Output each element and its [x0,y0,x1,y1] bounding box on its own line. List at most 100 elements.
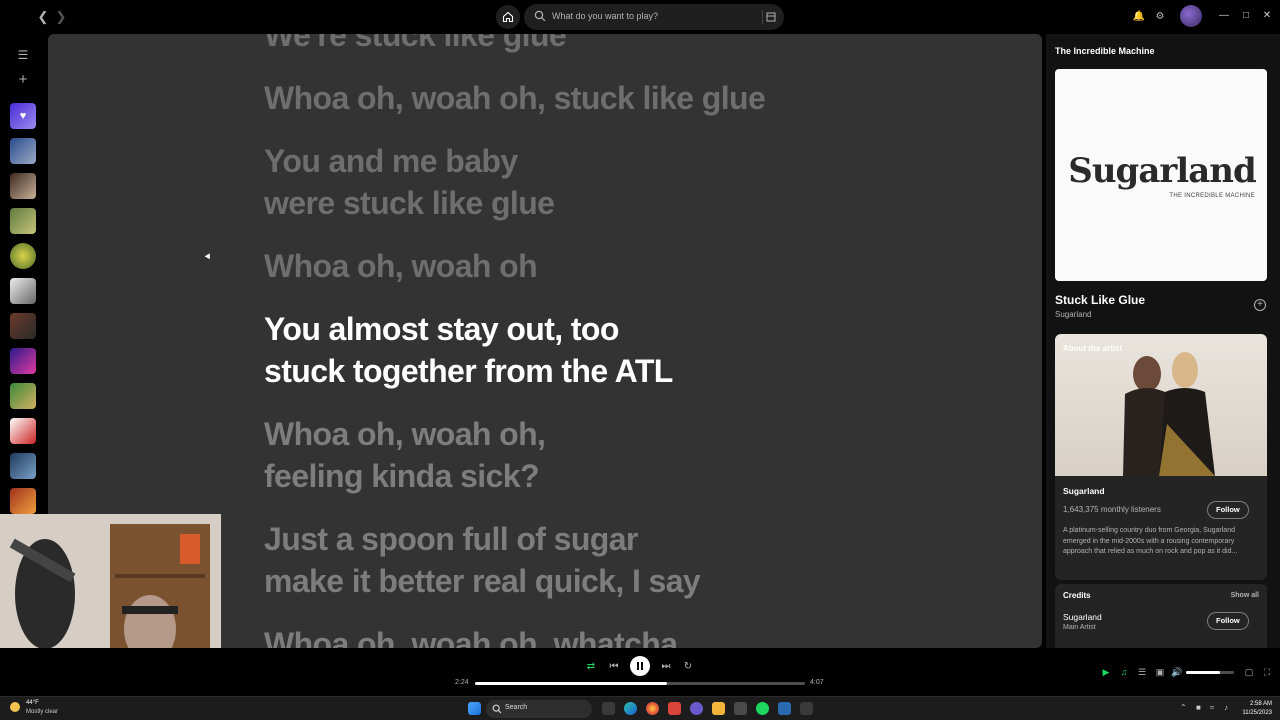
weather-widget[interactable]: 44°F Mostly clear [8,700,58,719]
home-button[interactable] [496,5,520,29]
lyric-line[interactable]: You and me baby were stuck like glue [264,140,1004,224]
spotify-icon[interactable] [756,702,769,715]
show-all-credits-link[interactable]: Show all [1231,592,1259,599]
taskbar-search[interactable]: Search [486,700,592,718]
playlist-thumb[interactable] [10,138,36,164]
lyrics-icon[interactable]: ♫ [1118,666,1130,678]
lyric-line-active[interactable]: You almost stay out, too stuck together … [264,308,1004,392]
clock-date: 11/25/2023 [1242,710,1272,716]
artist-photo-image [1123,352,1215,476]
wifi-icon[interactable]: ≈ [1210,703,1214,712]
calendar-icon[interactable] [734,702,747,715]
repeat-icon[interactable]: ↻ [681,660,695,674]
volume-icon[interactable]: 🔊 [1171,666,1183,678]
friends-icon[interactable]: ⚙ [1153,10,1167,24]
edge-icon[interactable] [624,702,637,715]
spotify-app: ❮ ❯ What do you want to play? 🔔 ⚙ — □ ✕ … [0,0,1280,720]
monthly-listeners: 1,643,375 monthly listeners [1063,505,1161,514]
about-artist-card[interactable]: About the artist Sugarland 1,643,375 mon… [1055,334,1267,580]
next-icon[interactable]: ⏭ [659,660,673,674]
elapsed-time: 2:24 [455,679,469,686]
system-clock[interactable]: 2:58 AM 11/25/2023 [1242,700,1272,718]
panel-title[interactable]: The Incredible Machine [1055,46,1155,56]
track-title[interactable]: Stuck Like Glue [1055,293,1145,307]
app-icon[interactable] [800,702,813,715]
chrome-icon[interactable] [646,702,659,715]
plus-icon: + [1257,299,1263,310]
artist-photo [1055,334,1267,476]
playlist-thumb[interactable] [10,208,36,234]
file-explorer-icon[interactable] [712,702,725,715]
credit-artist-name[interactable]: Sugarland [1063,612,1102,622]
plus-icon[interactable]: + [16,72,30,87]
lyric-line[interactable]: Whoa oh, woah oh, stuck like glue [264,77,1004,119]
progress-bar[interactable] [475,682,805,685]
fullscreen-icon[interactable]: ⛶ [1261,666,1273,678]
track-artist[interactable]: Sugarland [1055,310,1091,319]
close-icon[interactable]: ✕ [1259,10,1275,21]
connect-device-icon[interactable]: ▣ [1154,666,1166,678]
search-icon [534,10,546,22]
tray-chevron-icon[interactable]: ⌃ [1180,703,1187,712]
liked-songs-thumb[interactable]: ♥ [10,103,36,129]
taskbar-search-label: Search [505,704,528,711]
miniplayer-icon[interactable]: ▢ [1243,666,1255,678]
app-icon[interactable] [668,702,681,715]
duration-time: 4:07 [810,679,824,686]
credit-role: Main Artist [1063,624,1096,631]
playlist-thumb[interactable] [10,348,36,374]
playlist-thumb[interactable] [10,278,36,304]
maximize-icon[interactable]: □ [1238,10,1254,21]
playlist-thumb[interactable] [10,313,36,339]
now-playing-panel: The Incredible Machine Sugarland THE INC… [1046,34,1280,648]
library-sidebar: ☰ + ♥ [0,34,46,514]
lyric-line[interactable]: Whoa oh, woah oh [264,245,1004,287]
bell-icon[interactable]: 🔔 [1132,10,1146,24]
tray-app-icon[interactable]: ■ [1196,703,1201,712]
discord-icon[interactable] [690,702,703,715]
profile-avatar[interactable] [1180,5,1202,27]
playlist-thumb[interactable] [10,173,36,199]
lyric-line[interactable]: We're stuck like glue [264,34,1004,56]
playlist-thumb[interactable] [10,418,36,444]
browse-button[interactable] [762,10,776,24]
library-icon[interactable]: ☰ [16,48,30,62]
shuffle-icon[interactable]: ⇄ [584,660,598,674]
lyrics-list: We're stuck like glue Whoa oh, woah oh, … [264,34,1004,648]
volume-slider[interactable] [1186,671,1234,674]
artist-thumb[interactable] [10,243,36,269]
previous-icon[interactable]: ⏮ [607,660,621,674]
windows-start-icon[interactable] [468,702,481,715]
task-view-icon[interactable] [602,702,615,715]
weather-temp: 44°F [26,700,39,706]
playlist-thumb[interactable] [10,488,36,514]
search-input[interactable]: What do you want to play? [524,4,784,30]
lyric-line[interactable]: Whoa oh, woah oh, whatcha [264,623,1004,648]
top-bar: ❮ ❯ What do you want to play? 🔔 ⚙ — □ ✕ [0,0,1280,34]
progress-fill [475,682,668,685]
pause-button[interactable] [630,656,650,676]
back-arrow-icon[interactable]: ❮ [35,9,51,25]
search-placeholder: What do you want to play? [552,11,659,21]
about-artist-label: About the artist [1063,344,1123,353]
lyric-line[interactable]: Whoa oh, woah oh, feeling kinda sick? [264,413,1004,497]
playlist-thumb[interactable] [10,453,36,479]
now-playing-view-icon[interactable]: ▶ [1100,666,1112,678]
follow-artist-button[interactable]: Follow [1207,501,1249,519]
clock-time: 2:58 AM [1249,701,1272,707]
album-cover[interactable]: Sugarland THE INCREDIBLE MACHINE [1055,69,1267,281]
windows-taskbar: 44°F Mostly clear Search ⌃ ■ ≈ ♪ 2:58 AM… [0,696,1280,720]
speaker-icon[interactable]: ♪ [1224,703,1228,712]
follow-credit-button[interactable]: Follow [1207,612,1249,630]
add-to-library-button[interactable]: + [1254,299,1266,311]
queue-icon[interactable]: ☰ [1136,666,1148,678]
artist-bio[interactable]: A platinum-selling country duo from Geor… [1063,526,1261,558]
player-bar: ⇄ ⏮ ⏭ ↻ 2:24 4:07 ▶ ♫ ☰ ▣ 🔊 ▢ ⛶ [0,648,1280,696]
steam-icon[interactable] [778,702,791,715]
minimize-icon[interactable]: — [1216,10,1232,21]
credits-card: Credits Show all Sugarland Main Artist F… [1055,584,1267,648]
lyric-line[interactable]: Just a spoon full of sugar make it bette… [264,518,1004,602]
about-artist-name[interactable]: Sugarland [1063,486,1105,496]
playlist-thumb[interactable] [10,383,36,409]
search-icon [492,704,502,714]
